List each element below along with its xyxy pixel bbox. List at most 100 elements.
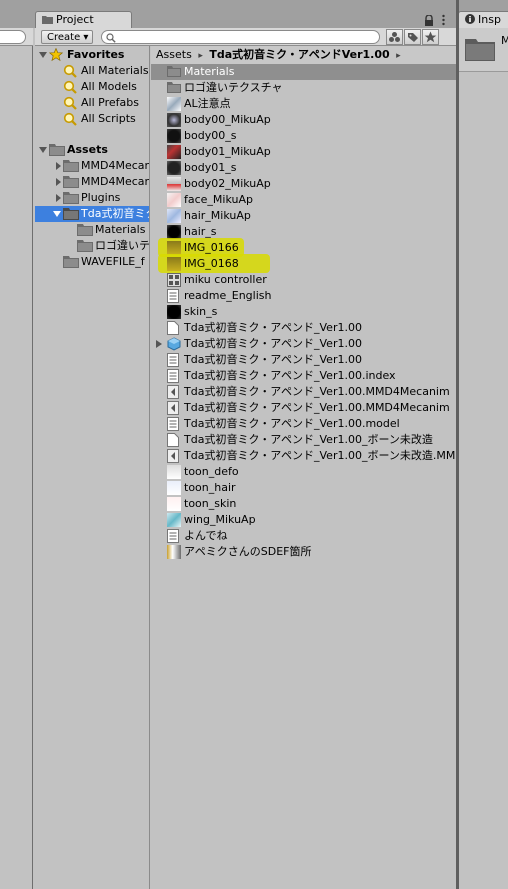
asset-row[interactable]: toon_hair bbox=[151, 480, 458, 496]
asset-row[interactable]: body00_s bbox=[151, 128, 458, 144]
folder-icon bbox=[42, 13, 53, 29]
asset-name: body00_MikuAp bbox=[184, 113, 271, 126]
tab-project[interactable]: Project bbox=[35, 11, 132, 29]
asset-name: skin_s bbox=[184, 305, 218, 318]
breadcrumb-root[interactable]: Assets bbox=[156, 48, 192, 61]
text-asset-icon bbox=[167, 369, 181, 383]
asset-row[interactable]: Tda式初音ミク・アペンド_Ver1.00.index bbox=[151, 368, 458, 384]
texture-thumbnail-icon bbox=[167, 177, 181, 191]
asset-row[interactable]: readme_English bbox=[151, 288, 458, 304]
asset-list: Assets ▸ Tda式初音ミク・アペンドVer1.00 ▸ Material… bbox=[151, 46, 458, 889]
folder-icon bbox=[465, 37, 495, 64]
search-input[interactable] bbox=[101, 30, 380, 44]
asset-row[interactable]: Tda式初音ミク・アペンド_Ver1.00.MMD4Mecanim bbox=[151, 384, 458, 400]
asset-row[interactable]: アペミクさんのSDEF箇所 bbox=[151, 544, 458, 560]
tree-item-label: ロゴ違いテ bbox=[95, 239, 150, 252]
tree-item[interactable]: ロゴ違いテ bbox=[35, 238, 150, 254]
asset-row[interactable]: toon_skin bbox=[151, 496, 458, 512]
assets-header[interactable]: Assets bbox=[35, 142, 149, 158]
breadcrumb-trailing: ▸ bbox=[396, 51, 401, 61]
asset-row[interactable]: miku controller bbox=[151, 272, 458, 288]
tree-item[interactable]: Materials bbox=[35, 222, 149, 238]
asset-name: AL注意点 bbox=[184, 97, 231, 110]
asset-name: body01_MikuAp bbox=[184, 145, 271, 158]
asset-name: face_MikuAp bbox=[184, 193, 253, 206]
asset-row-selected[interactable]: Materials bbox=[151, 64, 458, 80]
texture-thumbnail-icon bbox=[167, 113, 181, 127]
left-pane bbox=[0, 46, 33, 889]
chevron-right-icon[interactable] bbox=[54, 158, 62, 174]
chevron-down-icon[interactable] bbox=[39, 142, 47, 158]
chevron-right-icon[interactable] bbox=[54, 174, 62, 190]
asset-row[interactable]: body01_MikuAp bbox=[151, 144, 458, 160]
script-icon bbox=[167, 449, 181, 463]
asset-row[interactable]: IMG_0168 bbox=[151, 256, 458, 272]
favorite-item-label: All Scripts bbox=[81, 112, 136, 125]
tree-item[interactable]: WAVEFILE_f bbox=[35, 254, 149, 273]
panel-menu-icon[interactable] bbox=[442, 14, 452, 28]
asset-name: Materials bbox=[184, 65, 235, 78]
asset-row[interactable]: Tda式初音ミク・アペンド_Ver1.00 bbox=[151, 336, 458, 352]
asset-name: アペミクさんのSDEF箇所 bbox=[184, 545, 312, 558]
favorite-search-button[interactable] bbox=[422, 29, 439, 45]
search-by-type-button[interactable] bbox=[386, 29, 403, 45]
asset-row[interactable]: face_MikuAp bbox=[151, 192, 458, 208]
tab-inspector[interactable]: Insp bbox=[458, 11, 508, 29]
text-asset-icon bbox=[167, 289, 181, 303]
chevron-down-icon[interactable] bbox=[53, 206, 61, 222]
asset-name: toon_hair bbox=[184, 481, 236, 494]
favorites-label: Favorites bbox=[67, 48, 125, 61]
asset-row[interactable]: Tda式初音ミク・アペンド_Ver1.00.model bbox=[151, 416, 458, 432]
asset-row[interactable]: Tda式初音ミク・アペンド_Ver1.00_ボーン未改造 bbox=[151, 432, 458, 448]
asset-name: よんでね bbox=[184, 529, 228, 542]
asset-row[interactable]: skin_s bbox=[151, 304, 458, 320]
inspector-panel bbox=[459, 28, 508, 889]
asset-row[interactable]: AL注意点 bbox=[151, 96, 458, 112]
folder-icon bbox=[63, 255, 79, 273]
favorite-item[interactable]: All Materials bbox=[35, 63, 149, 79]
texture-thumbnail-icon bbox=[167, 481, 181, 495]
left-pane-search-input[interactable] bbox=[0, 30, 26, 44]
create-button[interactable]: Create ▾ bbox=[41, 30, 93, 44]
asset-row[interactable]: body01_s bbox=[151, 160, 458, 176]
asset-row[interactable]: body02_MikuAp bbox=[151, 176, 458, 192]
chevron-right-icon[interactable] bbox=[156, 340, 162, 348]
search-by-label-button[interactable] bbox=[404, 29, 421, 45]
asset-name: Tda式初音ミク・アペンド_Ver1.00 bbox=[184, 353, 362, 366]
asset-row[interactable]: wing_MikuAp bbox=[151, 512, 458, 528]
texture-thumbnail-icon bbox=[167, 497, 181, 511]
tag-icon bbox=[408, 33, 418, 42]
asset-name: Tda式初音ミク・アペンド_Ver1.00.index bbox=[184, 369, 396, 382]
favorite-item[interactable]: All Prefabs bbox=[35, 95, 149, 111]
asset-row[interactable]: body00_MikuAp bbox=[151, 112, 458, 128]
favorites-header[interactable]: Favorites bbox=[35, 47, 149, 63]
chevron-down-icon[interactable] bbox=[39, 47, 47, 63]
asset-row[interactable]: ロゴ違いテクスチャ bbox=[151, 80, 458, 96]
breadcrumb-current[interactable]: Tda式初音ミク・アペンドVer1.00 bbox=[209, 48, 389, 61]
asset-row[interactable]: Tda式初音ミク・アペンド_Ver1.00 bbox=[151, 352, 458, 368]
asset-name: Tda式初音ミク・アペンド_Ver1.00.MMD4Mecanim bbox=[184, 401, 450, 414]
tree-item[interactable]: MMD4Mecan bbox=[35, 158, 149, 174]
asset-row[interactable]: Tda式初音ミク・アペンド_Ver1.00 bbox=[151, 320, 458, 336]
folder-tree: Favorites All Materials All Models All P… bbox=[35, 46, 150, 889]
favorite-item[interactable]: All Models bbox=[35, 79, 149, 95]
tree-item-selected[interactable]: Tda式初音ミク bbox=[35, 206, 150, 222]
lock-icon[interactable] bbox=[424, 14, 436, 27]
asset-name: body02_MikuAp bbox=[184, 177, 271, 190]
tab-project-label: Project bbox=[56, 13, 94, 26]
texture-thumbnail-icon bbox=[167, 193, 181, 207]
asset-name: miku controller bbox=[184, 273, 267, 286]
asset-row[interactable]: toon_defo bbox=[151, 464, 458, 480]
texture-thumbnail-icon bbox=[167, 145, 181, 159]
asset-row[interactable]: Tda式初音ミク・アペンド_Ver1.00_ボーン未改造.MMD4Mecanim bbox=[151, 448, 458, 464]
asset-row[interactable]: hair_MikuAp bbox=[151, 208, 458, 224]
tree-item-label: Tda式初音ミク bbox=[81, 207, 150, 220]
texture-thumbnail-icon bbox=[167, 305, 181, 319]
tree-item[interactable]: Plugins bbox=[35, 190, 149, 206]
asset-row[interactable]: Tda式初音ミク・アペンド_Ver1.00.MMD4Mecanim bbox=[151, 400, 458, 416]
asset-row[interactable]: よんでね bbox=[151, 528, 458, 544]
tree-item[interactable]: MMD4Mecan bbox=[35, 174, 149, 190]
favorite-item[interactable]: All Scripts bbox=[35, 111, 149, 127]
chevron-right-icon[interactable] bbox=[54, 190, 62, 206]
favorite-item-label: All Materials bbox=[81, 64, 149, 77]
